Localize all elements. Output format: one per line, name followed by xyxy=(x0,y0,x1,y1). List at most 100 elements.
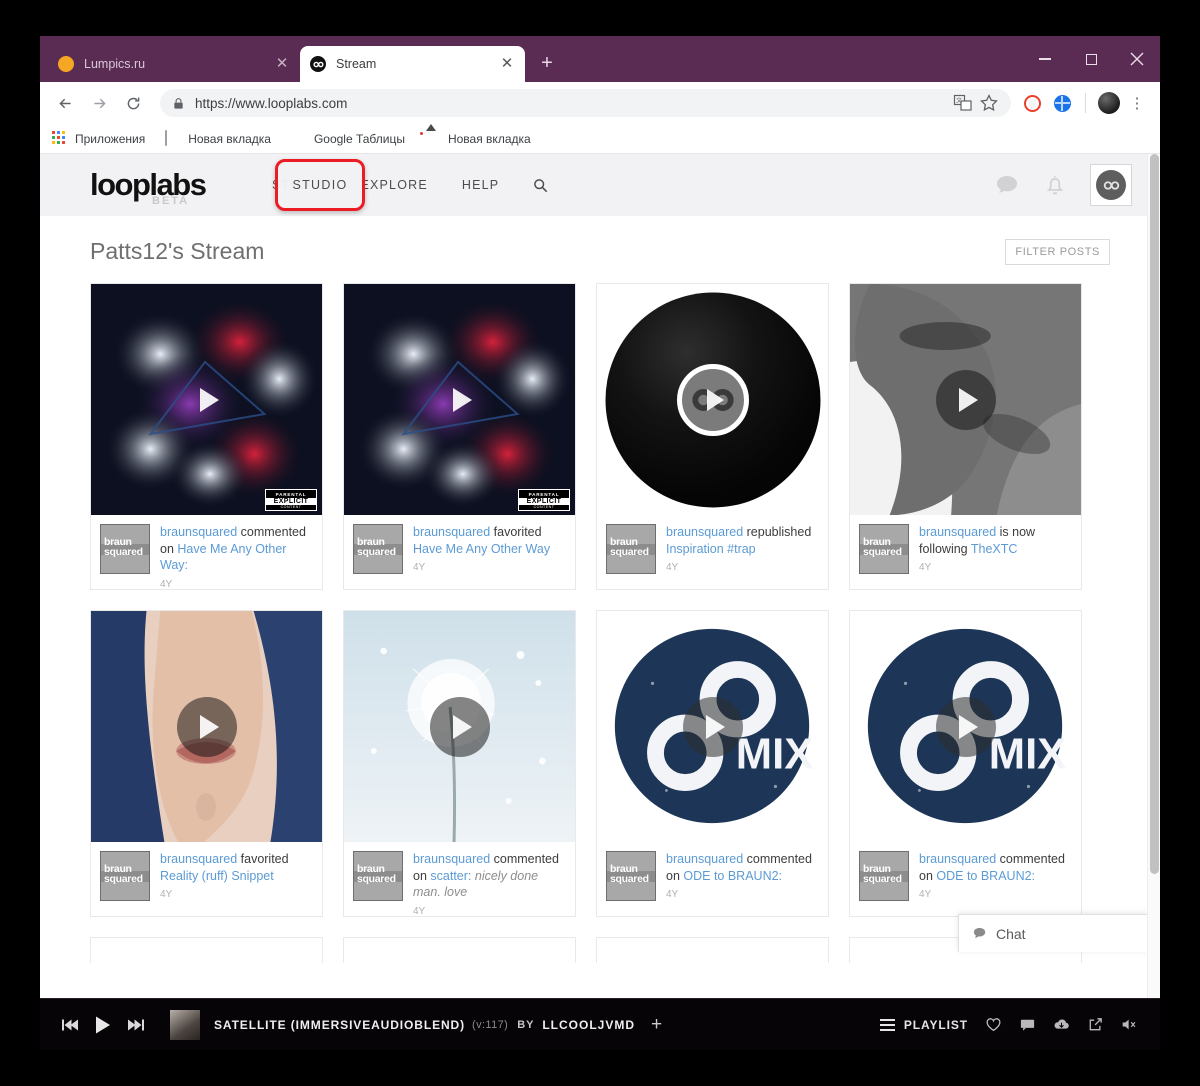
maximize-button[interactable] xyxy=(1068,36,1114,82)
avatar[interactable]: braun squared xyxy=(606,524,656,574)
filter-posts-button[interactable]: FILTER POSTS xyxy=(1005,238,1110,265)
avatar[interactable]: braun squared xyxy=(606,851,656,901)
stream-header: Patts12's Stream FILTER POSTS xyxy=(90,216,1110,283)
card-text: braunsquared favorited Reality (ruff) Sn… xyxy=(160,851,313,909)
play-button[interactable] xyxy=(430,370,490,430)
play-button[interactable] xyxy=(682,696,743,757)
bookmark-new-tab-2[interactable]: Новая вкладка xyxy=(425,131,531,147)
chat-widget[interactable]: Chat xyxy=(958,914,1148,952)
play-button[interactable] xyxy=(429,696,490,757)
close-window-button[interactable] xyxy=(1114,36,1160,82)
profile-avatar[interactable] xyxy=(1094,88,1124,118)
card-target-link[interactable]: ODE to BRAUN2: xyxy=(936,869,1035,883)
by-label: BY xyxy=(517,1018,535,1031)
card-thumbnail[interactable] xyxy=(597,284,828,515)
close-icon[interactable]: ✕ xyxy=(499,56,515,72)
stream-card[interactable]: braun squared braunsquared favorited Real… xyxy=(90,610,323,917)
browser-tab-stream[interactable]: Stream ✕ xyxy=(300,46,525,82)
reload-button[interactable] xyxy=(118,88,148,118)
card-user-link[interactable]: braunsquared xyxy=(919,852,996,866)
previous-track-icon[interactable] xyxy=(62,1018,79,1032)
play-button[interactable] xyxy=(177,370,237,430)
avatar[interactable]: braun squared xyxy=(859,524,909,574)
card-user-link[interactable]: braunsquared xyxy=(413,852,490,866)
track-artist[interactable]: LLCOOLJVMD xyxy=(542,1018,635,1032)
chat-bubble-icon[interactable] xyxy=(994,172,1020,198)
card[interactable] xyxy=(596,937,829,963)
card-user-link[interactable]: braunsquared xyxy=(413,525,490,539)
card-user-link[interactable]: braunsquared xyxy=(160,525,237,539)
stream-card[interactable]: MIX braun squared braunsquared commented … xyxy=(596,610,829,917)
avatar[interactable]: braun squared xyxy=(100,524,150,574)
bell-icon[interactable] xyxy=(1042,172,1068,198)
card-age: 4Y xyxy=(666,562,679,573)
heart-icon[interactable] xyxy=(985,1016,1002,1033)
card-target-link[interactable]: Have Me Any Other Way: xyxy=(160,542,286,573)
card-target-link[interactable]: Inspiration #trap xyxy=(666,542,756,556)
scrollbar-thumb[interactable] xyxy=(1150,154,1159,874)
stream-card[interactable]: braun squared braunsquared is now followi… xyxy=(849,283,1082,590)
card-thumbnail[interactable]: MIX xyxy=(597,611,828,842)
stream-card[interactable]: braun squared braunsquared republished In… xyxy=(596,283,829,590)
card-target-link[interactable]: Reality (ruff) Snippet xyxy=(160,869,274,883)
comment-icon[interactable] xyxy=(1019,1016,1036,1033)
card-target-link[interactable]: TheXTC xyxy=(971,542,1018,556)
page-scrollbar[interactable] xyxy=(1147,154,1160,1010)
minimize-button[interactable] xyxy=(1022,36,1068,82)
add-track-button[interactable]: + xyxy=(651,1015,662,1034)
card-thumbnail[interactable] xyxy=(91,611,322,842)
next-track-icon[interactable] xyxy=(127,1018,144,1032)
play-icon[interactable] xyxy=(95,1016,111,1034)
play-button[interactable] xyxy=(176,696,237,757)
search-icon[interactable] xyxy=(533,178,548,193)
translate-icon[interactable]: 文 xyxy=(953,93,973,113)
avatar[interactable]: braun squared xyxy=(100,851,150,901)
playlist-button[interactable]: PLAYLIST xyxy=(879,1018,968,1032)
chrome-menu-icon[interactable]: ⋮ xyxy=(1124,96,1150,111)
card-user-link[interactable]: braunsquared xyxy=(666,525,743,539)
card-target-link[interactable]: ODE to BRAUN2: xyxy=(683,869,782,883)
nav-item-help[interactable]: HELP xyxy=(462,178,499,192)
card-target-link[interactable]: Have Me Any Other Way xyxy=(413,542,550,556)
adblock-icon[interactable] xyxy=(1017,88,1047,118)
mute-speaker-icon[interactable] xyxy=(1121,1016,1138,1033)
play-button[interactable] xyxy=(935,369,996,430)
card-thumbnail[interactable] xyxy=(344,611,575,842)
bookmark-google-sheets[interactable]: Google Таблицы xyxy=(291,131,405,147)
avatar[interactable]: braun squared xyxy=(859,851,909,901)
stream-card[interactable]: PARENTAL EXPLICIT CONTENT braun squared b… xyxy=(90,283,323,590)
play-button[interactable] xyxy=(935,696,996,757)
star-icon[interactable] xyxy=(979,93,999,113)
download-cloud-icon[interactable] xyxy=(1053,1016,1070,1033)
card-user-link[interactable]: braunsquared xyxy=(919,525,996,539)
back-button[interactable] xyxy=(50,88,80,118)
card-user-link[interactable]: braunsquared xyxy=(160,852,237,866)
share-icon[interactable] xyxy=(1087,1016,1104,1033)
address-bar[interactable]: https://www.looplabs.com 文 xyxy=(160,89,1011,117)
user-avatar-loop-icon[interactable] xyxy=(1090,164,1132,206)
card[interactable] xyxy=(90,937,323,963)
browser-tab-lumpics[interactable]: Lumpics.ru ✕ xyxy=(48,46,300,82)
avatar[interactable]: braun squared xyxy=(353,851,403,901)
forward-button[interactable] xyxy=(84,88,114,118)
bookmark-new-tab-1[interactable]: Новая вкладка xyxy=(165,129,271,147)
card-target-link[interactable]: scatter: xyxy=(430,869,471,883)
card-thumbnail[interactable]: PARENTAL EXPLICIT CONTENT xyxy=(344,284,575,515)
nav-item-explore[interactable]: EXPLORE xyxy=(360,178,427,192)
apps-grid-icon xyxy=(52,130,68,147)
card[interactable] xyxy=(343,937,576,963)
stream-card[interactable]: braun squared braunsquared commented on s… xyxy=(343,610,576,917)
card-user-link[interactable]: braunsquared xyxy=(666,852,743,866)
site-logo[interactable]: looplabs BETA xyxy=(90,167,250,207)
new-tab-button[interactable]: + xyxy=(533,50,561,78)
bookmark-apps[interactable]: Приложения xyxy=(52,130,145,147)
stream-card[interactable]: PARENTAL EXPLICIT CONTENT braun squared b… xyxy=(343,283,576,590)
stream-card[interactable]: MIX braun squared braunsquared commented … xyxy=(849,610,1082,917)
card-thumbnail[interactable]: PARENTAL EXPLICIT CONTENT xyxy=(91,284,322,515)
avatar[interactable]: braun squared xyxy=(353,524,403,574)
globe-extension-icon[interactable] xyxy=(1047,88,1077,118)
close-icon[interactable]: ✕ xyxy=(274,56,290,72)
card-thumbnail[interactable]: MIX xyxy=(850,611,1081,842)
card-thumbnail[interactable] xyxy=(850,284,1081,515)
play-button[interactable] xyxy=(676,363,749,436)
